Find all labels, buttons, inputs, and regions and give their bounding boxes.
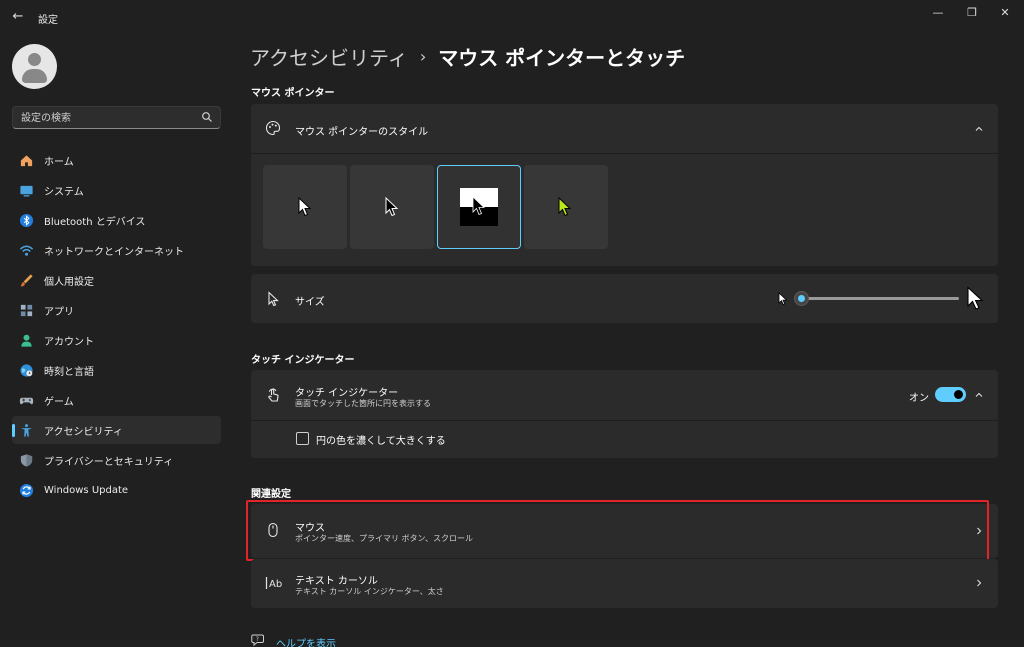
svg-text:Ab: Ab bbox=[269, 579, 282, 590]
close-button[interactable]: ✕ bbox=[990, 4, 1020, 22]
pointer-style-black[interactable] bbox=[350, 165, 434, 249]
avatar[interactable] bbox=[12, 44, 57, 89]
text-cursor-icon: Ab bbox=[265, 577, 282, 590]
breadcrumb-separator: › bbox=[419, 47, 427, 66]
sidebar-item-label: ホーム bbox=[44, 156, 74, 168]
help-label[interactable]: ヘルプを表示 bbox=[276, 635, 336, 647]
sidebar-item-time-language[interactable]: 時刻と言語 bbox=[12, 356, 221, 384]
sidebar-item-label: プライバシーとセキュリティ bbox=[44, 456, 174, 468]
home-icon bbox=[18, 152, 34, 168]
pointer-size-slider-thumb[interactable] bbox=[794, 291, 809, 306]
sidebar-item-label: アクセシビリティ bbox=[44, 426, 123, 438]
account-icon bbox=[18, 332, 34, 348]
help-icon: ? bbox=[251, 634, 264, 647]
sidebar-item-label: ゲーム bbox=[44, 396, 74, 408]
network-icon bbox=[18, 242, 34, 258]
small-cursor-icon bbox=[778, 292, 788, 306]
sidebar-item-label: 時刻と言語 bbox=[44, 366, 94, 378]
sidebar-item-gaming[interactable]: ゲーム bbox=[12, 386, 221, 414]
section-header-mouse-pointer: マウス ポインター bbox=[251, 88, 335, 99]
back-button[interactable]: ← bbox=[8, 8, 28, 26]
help-link[interactable]: ? ヘルプを表示 bbox=[251, 633, 336, 647]
system-icon bbox=[18, 182, 34, 198]
pointer-size-slider-track[interactable] bbox=[803, 297, 959, 300]
sidebar-item-network[interactable]: ネットワークとインターネット bbox=[12, 236, 221, 264]
sidebar-item-privacy[interactable]: プライバシーとセキュリティ bbox=[12, 446, 221, 474]
palette-icon bbox=[265, 120, 281, 136]
brush-icon bbox=[18, 272, 34, 288]
search-input[interactable] bbox=[21, 110, 201, 126]
gamepad-icon bbox=[18, 392, 34, 408]
bluetooth-icon bbox=[18, 212, 34, 228]
pointer-style-white[interactable] bbox=[263, 165, 347, 249]
pointer-style-header[interactable]: マウス ポインターのスタイル bbox=[251, 104, 998, 153]
highlight-box bbox=[246, 500, 989, 561]
title-bar: ← 設定 — ❐ ✕ bbox=[0, 0, 1024, 32]
chevron-up-icon[interactable] bbox=[974, 124, 984, 134]
sidebar-item-label: システム bbox=[44, 186, 84, 198]
touch-indicator-toggle-state: オン bbox=[909, 393, 929, 404]
pointer-style-title: マウス ポインターのスタイル bbox=[295, 127, 429, 138]
sidebar-item-apps[interactable]: アプリ bbox=[12, 296, 221, 324]
page-title: マウス ポインターとタッチ bbox=[438, 46, 686, 70]
sidebar-item-bluetooth[interactable]: Bluetooth とデバイス bbox=[12, 206, 221, 234]
sidebar-item-windows-update[interactable]: Windows Update bbox=[12, 476, 221, 504]
sidebar-item-label: アプリ bbox=[44, 306, 74, 318]
touch-indicator-toggle[interactable] bbox=[935, 387, 966, 402]
inverted-cursor-icon bbox=[460, 188, 498, 226]
sidebar-item-personalization[interactable]: 個人用設定 bbox=[12, 266, 221, 294]
sidebar-item-label: Bluetooth とデバイス bbox=[44, 216, 146, 228]
related-text-cursor-link[interactable]: Ab テキスト カーソル テキスト カーソル インジケーター、太さ bbox=[251, 559, 998, 608]
sidebar-item-label: 個人用設定 bbox=[44, 276, 94, 288]
white-cursor-icon bbox=[298, 197, 312, 217]
touch-indicator-title: タッチ インジケーター bbox=[295, 388, 399, 399]
large-cursor-icon bbox=[967, 286, 984, 310]
black-cursor-icon bbox=[385, 197, 399, 217]
custom-color-cursor-icon bbox=[558, 197, 572, 217]
avatar-head bbox=[28, 53, 41, 66]
pointer-size-icon bbox=[268, 291, 279, 307]
chevron-up-icon[interactable] bbox=[974, 390, 984, 400]
sidebar-item-label: ネットワークとインターネット bbox=[44, 246, 184, 258]
minimize-button[interactable]: — bbox=[923, 4, 953, 22]
section-header-touch-indicator: タッチ インジケーター bbox=[251, 355, 355, 366]
breadcrumb: アクセシビリティ › マウス ポインターとタッチ bbox=[250, 42, 685, 71]
app-title: 設定 bbox=[38, 15, 58, 26]
sidebar-item-accounts[interactable]: アカウント bbox=[12, 326, 221, 354]
sidebar-item-home[interactable]: ホーム bbox=[12, 146, 221, 174]
sidebar-nav: ホーム システム Bluetooth とデバイス ネットワークとインターネット … bbox=[12, 146, 221, 506]
pointer-style-custom[interactable] bbox=[524, 165, 608, 249]
pointer-size-label: サイズ bbox=[295, 297, 325, 308]
sidebar-item-label: アカウント bbox=[44, 336, 94, 348]
touch-icon bbox=[268, 388, 279, 402]
related-text-cursor-title: テキスト カーソル bbox=[295, 576, 378, 587]
shield-icon bbox=[18, 452, 34, 468]
svg-text:?: ? bbox=[256, 636, 259, 643]
darker-circle-checkbox[interactable] bbox=[296, 432, 309, 445]
breadcrumb-parent[interactable]: アクセシビリティ bbox=[250, 42, 408, 71]
divider bbox=[251, 153, 998, 154]
chevron-right-icon bbox=[977, 579, 982, 587]
divider bbox=[251, 420, 998, 421]
avatar-body bbox=[22, 69, 47, 83]
update-icon bbox=[18, 482, 34, 498]
maximize-button[interactable]: ❐ bbox=[957, 4, 987, 22]
globe-clock-icon bbox=[18, 362, 34, 378]
sidebar-item-system[interactable]: システム bbox=[12, 176, 221, 204]
apps-icon bbox=[18, 302, 34, 318]
sidebar-item-label: Windows Update bbox=[44, 484, 129, 496]
accessibility-icon bbox=[18, 422, 34, 438]
search-icon[interactable] bbox=[201, 111, 213, 123]
pointer-style-inverted[interactable] bbox=[437, 165, 521, 249]
search-box[interactable] bbox=[12, 106, 221, 129]
related-text-cursor-description: テキスト カーソル インジケーター、太さ bbox=[295, 587, 444, 596]
section-header-related-settings: 関連設定 bbox=[251, 489, 291, 500]
sidebar-item-accessibility[interactable]: アクセシビリティ bbox=[12, 416, 221, 444]
touch-indicator-description: 画面でタッチした箇所に円を表示する bbox=[295, 399, 431, 408]
darker-circle-label[interactable]: 円の色を濃くして大きくする bbox=[316, 432, 446, 447]
